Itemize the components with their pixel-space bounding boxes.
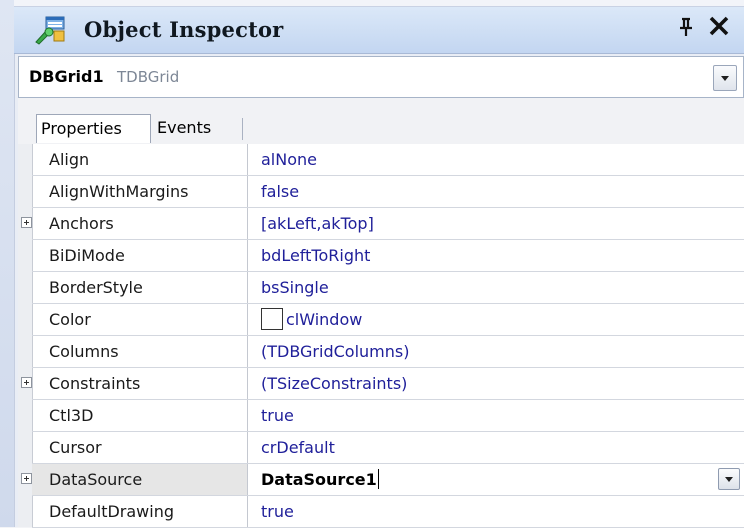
- pin-icon[interactable]: [674, 16, 698, 42]
- component-selector[interactable]: DBGrid1 TDBGrid: [18, 56, 744, 98]
- tab-bar: Properties Events: [18, 98, 744, 145]
- property-name-text: Anchors: [49, 214, 114, 233]
- property-value[interactable]: true: [248, 496, 744, 527]
- property-name: Color: [32, 304, 248, 335]
- property-value[interactable]: crDefault: [248, 432, 744, 463]
- property-row-columns[interactable]: Columns (TDBGridColumns): [32, 336, 744, 368]
- property-value[interactable]: clWindow: [248, 304, 744, 335]
- tab-events[interactable]: Events: [153, 118, 243, 140]
- property-row-bidimode[interactable]: BiDiMode bdLeftToRight: [32, 240, 744, 272]
- property-row-datasource[interactable]: DataSource DataSource1: [21, 464, 744, 496]
- property-name: DataSource: [21, 464, 248, 495]
- property-name-text: DataSource: [49, 470, 143, 489]
- property-row-color[interactable]: Color clWindow: [32, 304, 744, 336]
- property-name: Ctl3D: [32, 400, 248, 431]
- object-inspector-icon: [35, 16, 65, 45]
- top-border: [14, 0, 744, 7]
- chevron-down-icon[interactable]: [718, 468, 740, 490]
- property-value[interactable]: (TDBGridColumns): [248, 336, 744, 367]
- property-value[interactable]: [akLeft,akTop]: [248, 208, 744, 239]
- property-row-ctl3d[interactable]: Ctl3D true: [32, 400, 744, 432]
- expand-icon[interactable]: [21, 377, 32, 388]
- property-name: BorderStyle: [32, 272, 248, 303]
- grid-gutter: [18, 144, 33, 527]
- property-value[interactable]: false: [248, 176, 744, 207]
- title-bar[interactable]: Object Inspector: [14, 7, 744, 54]
- property-name: DefaultDrawing: [32, 496, 248, 527]
- property-value[interactable]: true: [248, 400, 744, 431]
- tab-properties[interactable]: Properties: [36, 114, 151, 143]
- chevron-down-icon[interactable]: [713, 65, 737, 91]
- property-value[interactable]: (TSizeConstraints): [248, 368, 744, 399]
- close-icon-glyph: [709, 16, 729, 36]
- component-name: DBGrid1: [29, 67, 104, 86]
- component-class: TDBGrid: [117, 68, 180, 86]
- property-grid: Align alNone AlignWithMargins false Anch…: [18, 144, 744, 528]
- property-row-borderstyle[interactable]: BorderStyle bsSingle: [32, 272, 744, 304]
- object-inspector-window: Object Inspector DBGrid1 TDBGrid Propert…: [0, 0, 744, 528]
- color-swatch: [261, 307, 283, 330]
- property-value-editor[interactable]: DataSource1: [248, 464, 744, 495]
- left-dock-strip: [0, 0, 15, 527]
- property-value[interactable]: bsSingle: [248, 272, 744, 303]
- expand-icon[interactable]: [21, 217, 32, 228]
- property-name: Columns: [32, 336, 248, 367]
- property-value[interactable]: alNone: [248, 144, 744, 175]
- property-row-cursor[interactable]: Cursor crDefault: [32, 432, 744, 464]
- property-row-constraints[interactable]: Constraints (TSizeConstraints): [21, 368, 744, 400]
- property-name: Cursor: [32, 432, 248, 463]
- property-name: AlignWithMargins: [32, 176, 248, 207]
- property-value-text: clWindow: [286, 310, 363, 329]
- property-row-defaultdrawing[interactable]: DefaultDrawing true: [32, 496, 744, 528]
- property-value-text: DataSource1: [261, 470, 377, 489]
- close-icon[interactable]: [704, 13, 734, 45]
- property-row-alignwithmargins[interactable]: AlignWithMargins false: [32, 176, 744, 208]
- property-name: Constraints: [21, 368, 248, 399]
- property-name: Align: [32, 144, 248, 175]
- property-name-text: Constraints: [49, 374, 141, 393]
- pin-icon-glyph: [680, 17, 692, 36]
- property-value[interactable]: bdLeftToRight: [248, 240, 744, 271]
- property-row-align[interactable]: Align alNone: [32, 144, 744, 176]
- window-title: Object Inspector: [84, 17, 284, 42]
- property-name: Anchors: [21, 208, 248, 239]
- property-name: BiDiMode: [32, 240, 248, 271]
- expand-icon[interactable]: [21, 473, 32, 484]
- property-row-anchors[interactable]: Anchors [akLeft,akTop]: [21, 208, 744, 240]
- text-caret: [377, 468, 379, 489]
